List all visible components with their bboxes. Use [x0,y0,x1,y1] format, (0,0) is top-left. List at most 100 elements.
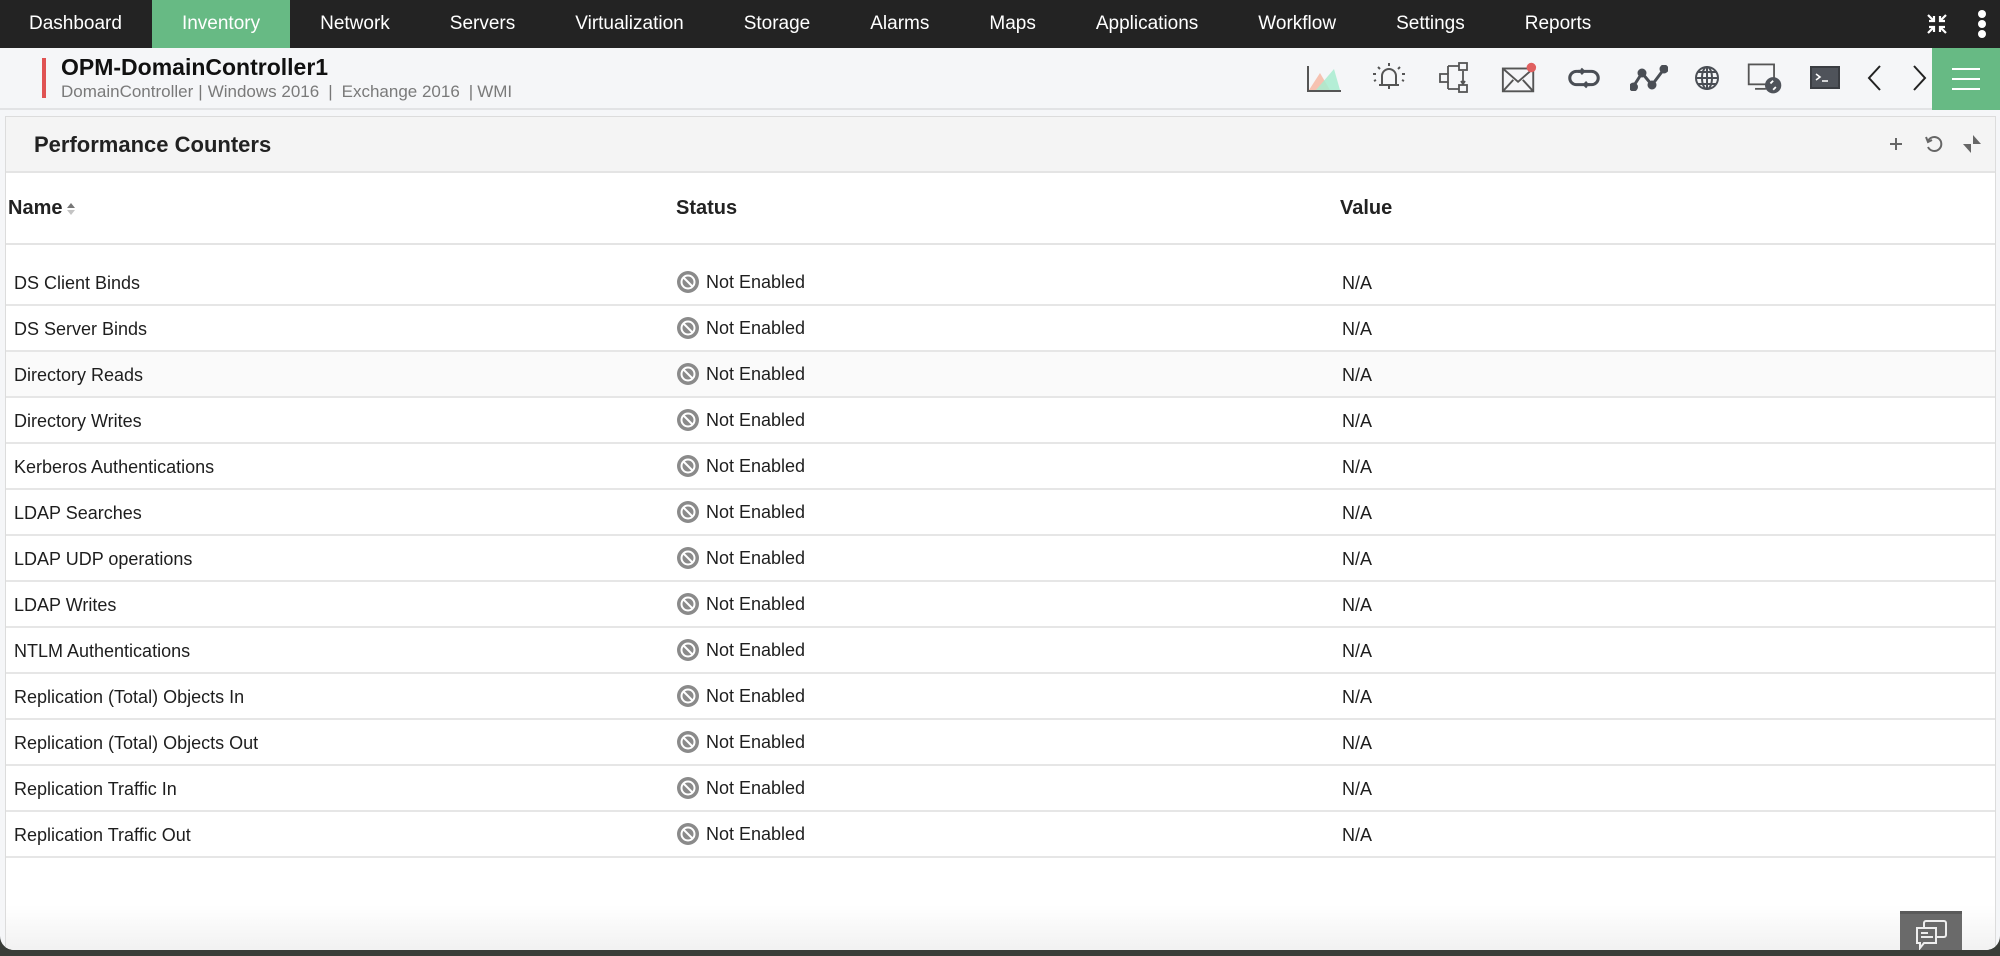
graph-icon[interactable] [1305,59,1343,97]
add-icon[interactable] [1881,129,1911,159]
table-row[interactable]: Replication Traffic In Not Enabled N/A [6,766,1995,812]
table-row[interactable]: Directory Reads Not Enabled N/A [6,352,1995,398]
counter-name: Replication (Total) Objects Out [14,733,259,753]
device-tag-os: Windows 2016 [207,82,320,101]
sync-icon[interactable] [1565,59,1603,97]
nav-tab-reports[interactable]: Reports [1495,0,1622,48]
not-enabled-icon [677,501,699,523]
mail-icon[interactable] [1500,59,1538,97]
counter-name: LDAP Searches [14,503,142,523]
nav-tab-maps[interactable]: Maps [959,0,1065,48]
table-row[interactable]: LDAP UDP operations Not Enabled N/A [6,536,1995,582]
counter-status: Not Enabled [676,500,805,524]
counter-value: N/A [1342,457,1373,477]
terminal-icon[interactable] [1806,59,1844,97]
device-tag-type: DomainController [61,82,194,101]
chat-icon[interactable] [1900,911,1962,950]
device-name: OPM-DomainController1 [61,54,329,80]
status-label: Not Enabled [706,685,806,706]
counter-status: Not Enabled [676,730,805,754]
refresh-icon[interactable] [1919,129,1949,159]
counter-value: N/A [1342,549,1373,569]
table-body: DS Client Binds Not Enabled N/A DS Server B… [6,245,1995,858]
nav-tab-alarms[interactable]: Alarms [840,0,959,48]
previous-icon[interactable] [1862,59,1888,97]
nav-tab-applications[interactable]: Applications [1066,0,1228,48]
not-enabled-icon [677,593,699,615]
counter-value: N/A [1342,687,1373,707]
counter-status: Not Enabled [676,270,805,294]
panel-header: Performance Counters [6,117,1995,173]
not-enabled-icon [677,777,699,799]
table-row[interactable]: Kerberos Authentications Not Enabled N/A [6,444,1995,490]
table-row[interactable]: LDAP Writes Not Enabled N/A [6,582,1995,628]
panel-footer [6,905,1995,950]
collapse-icon[interactable] [1925,12,1949,36]
counter-status: Not Enabled [676,408,805,432]
counter-value: N/A [1342,733,1373,753]
kebab-menu-icon[interactable] [1977,10,1987,38]
not-enabled-icon [677,363,699,385]
device-tag-app: Exchange 2016 [341,82,460,101]
route-icon[interactable] [1630,59,1668,97]
counter-value: N/A [1342,273,1373,293]
counter-value: N/A [1342,319,1373,339]
status-accent-bar [42,58,46,98]
not-enabled-icon [677,731,699,753]
counter-name: Kerberos Authentications [14,457,215,477]
status-label: Not Enabled [706,501,806,522]
next-icon[interactable] [1906,59,1932,97]
counter-value: N/A [1342,595,1373,615]
column-header-status[interactable]: Status [676,197,737,220]
device-tag-protocol: WMI [477,82,513,101]
status-label: Not Enabled [706,271,806,292]
counter-value: N/A [1342,825,1373,845]
nav-tab-virtualization[interactable]: Virtualization [545,0,713,48]
counter-status: Not Enabled [676,684,805,708]
counter-name: Directory Reads [14,365,144,385]
counter-status: Not Enabled [676,546,805,570]
remote-desktop-icon[interactable] [1746,59,1784,97]
counter-name: LDAP Writes [14,595,117,615]
counter-value: N/A [1342,503,1373,523]
column-header-value[interactable]: Value [1340,197,1392,220]
tag-separator: | [198,82,203,101]
sort-icon[interactable] [66,202,76,216]
table-row[interactable]: Replication (Total) Objects Out Not Enabl… [6,720,1995,766]
counter-status: Not Enabled [676,316,805,340]
collapse-panel-icon[interactable] [1957,129,1987,159]
counter-value: N/A [1342,779,1373,799]
table-row[interactable]: Replication Traffic Out Not Enabled N/A [6,812,1995,858]
table-row[interactable]: LDAP Searches Not Enabled N/A [6,490,1995,536]
table-row[interactable]: DS Client Binds Not Enabled N/A [6,245,1995,306]
globe-icon[interactable] [1688,59,1726,97]
workflow-icon[interactable] [1435,59,1473,97]
hamburger-menu-icon[interactable] [1932,48,2000,110]
status-label: Not Enabled [706,317,806,338]
nav-tab-dashboard[interactable]: Dashboard [0,0,152,48]
table-row[interactable]: DS Server Binds Not Enabled N/A [6,306,1995,352]
top-navigation: Dashboard Inventory Network Servers Virt… [0,0,2000,48]
counter-name: NTLM Authentications [14,641,191,661]
counter-value: N/A [1342,365,1373,385]
counter-value: N/A [1342,641,1373,661]
counter-status: Not Enabled [676,362,805,386]
column-header-name[interactable]: Name [8,197,76,220]
nav-tab-settings[interactable]: Settings [1366,0,1495,48]
nav-tab-storage[interactable]: Storage [714,0,841,48]
status-label: Not Enabled [706,547,806,568]
table-row[interactable]: NTLM Authentications Not Enabled N/A [6,628,1995,674]
nav-right-controls [1925,0,2000,48]
nav-tab-inventory[interactable]: Inventory [151,0,291,48]
nav-tab-network[interactable]: Network [290,0,420,48]
nav-tab-workflow[interactable]: Workflow [1228,0,1366,48]
table-row[interactable]: Directory Writes Not Enabled N/A [6,398,1995,444]
nav-tab-servers[interactable]: Servers [420,0,545,48]
table-row[interactable]: Replication (Total) Objects In Not Enable… [6,674,1995,720]
not-enabled-icon [677,409,699,431]
status-label: Not Enabled [706,593,806,614]
not-enabled-icon [677,685,699,707]
counter-name: DS Server Binds [14,319,148,339]
not-enabled-icon [677,317,699,339]
alarm-bell-icon[interactable] [1370,59,1408,97]
